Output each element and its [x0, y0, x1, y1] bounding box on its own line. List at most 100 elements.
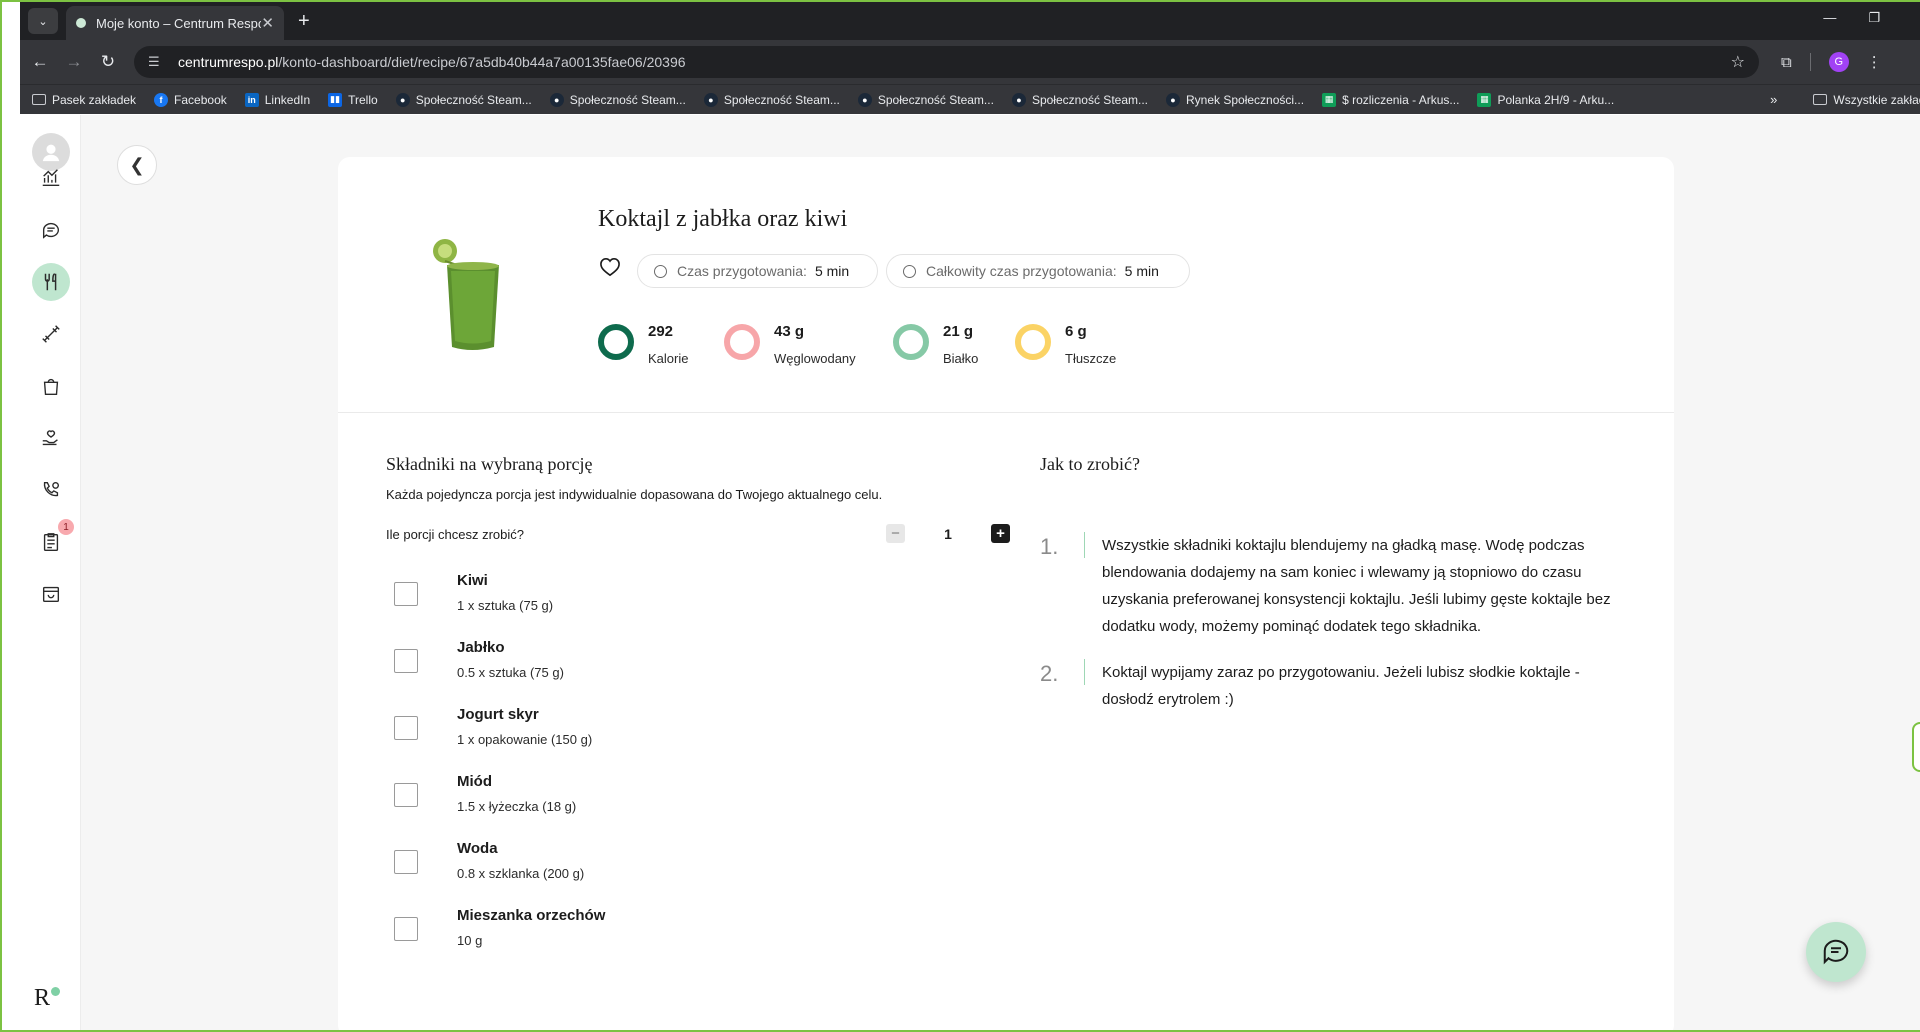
facebook-icon: f — [154, 92, 169, 107]
steam-icon: ● — [395, 92, 410, 107]
bookmark-item[interactable]: ● Rynek Społeczności... — [1166, 92, 1304, 107]
new-tab-button[interactable]: + — [298, 10, 310, 33]
all-bookmarks-item[interactable]: Wszystkie zakładki — [1813, 93, 1920, 107]
total-time-pill: Całkowity czas przygotowania: 5 min — [886, 254, 1190, 288]
macro-fat: 6 g Tłuszcze — [1015, 322, 1116, 366]
reload-icon[interactable]: ↻ — [94, 52, 122, 72]
sheets-icon: ▦ — [1477, 92, 1492, 107]
ingredient-checkbox[interactable] — [394, 850, 418, 874]
ring-icon — [724, 324, 760, 360]
hand-heart-icon — [42, 430, 58, 446]
bookmarks-bar: Pasek zakładek f Facebook in LinkedIn ▮▮ Tr… — [20, 84, 1920, 114]
tab-title: Moje konto – Centrum Respo — [96, 15, 262, 31]
sidebar-item-training[interactable] — [32, 315, 70, 353]
close-tab-icon[interactable]: ✕ — [261, 14, 274, 32]
sidebar-item-care[interactable] — [32, 419, 70, 457]
browser-menu-icon[interactable]: ⋮ — [1867, 53, 1882, 71]
sidebar-item-shop[interactable] — [32, 367, 70, 405]
browser-toolbar: ← → ↻ ☰ centrumrespo.pl/konto-dashboard/… — [20, 40, 1920, 84]
steam-icon: ● — [857, 92, 872, 107]
macro-carbs: 43 g Węglowodany — [724, 322, 856, 366]
howto-heading: Jak to zrobić? — [1040, 454, 1140, 474]
archive-box-icon — [42, 586, 60, 603]
linkedin-icon: in — [244, 92, 259, 107]
recipe-title: Koktajl z jabłka oraz kiwi — [598, 206, 848, 232]
shopping-bag-icon — [43, 378, 59, 395]
ring-icon — [893, 324, 929, 360]
bookmark-item[interactable]: ▦ $ rozliczenia - Arkus... — [1322, 92, 1459, 107]
sidebar-item-consultation[interactable] — [32, 471, 70, 509]
ingredients-subtitle: Każda pojedyncza porcja jest indywidualn… — [386, 487, 883, 502]
side-widget-tab[interactable] — [1912, 722, 1920, 772]
sidebar: 1 R — [20, 115, 81, 1030]
back-arrow-icon[interactable]: ← — [26, 52, 54, 72]
sidebar-item-orders[interactable] — [32, 575, 70, 613]
chat-button[interactable] — [1806, 922, 1866, 982]
prep-time-pill: Czas przygotowania: 5 min — [637, 254, 878, 288]
bookmark-item[interactable]: ▦ Polanka 2H/9 - Arku... — [1477, 92, 1614, 107]
ingredient-checkbox[interactable] — [394, 917, 418, 941]
phone-icon — [43, 481, 60, 497]
howto-step: 1. Wszystkie składniki koktajlu blenduje… — [1040, 532, 1611, 635]
bookmark-item[interactable]: Pasek zakładek — [32, 93, 136, 107]
ingredients-heading: Składniki na wybraną porcję — [386, 454, 593, 474]
favicon-icon — [76, 18, 86, 28]
notification-badge: 1 — [58, 519, 74, 535]
sidebar-item-tasks[interactable]: 1 — [32, 519, 74, 561]
favorite-heart-icon[interactable] — [599, 257, 621, 277]
portions-value: 1 — [944, 525, 952, 542]
chat-icon — [42, 222, 59, 239]
ingredient-checkbox[interactable] — [394, 783, 418, 807]
site-info-icon[interactable]: ☰ — [148, 54, 168, 70]
ingredient-checkbox[interactable] — [394, 649, 418, 673]
sidebar-item-progress[interactable] — [32, 159, 70, 197]
browser-tab-active[interactable]: Moje konto – Centrum Respo ✕ — [66, 6, 284, 40]
bookmark-item[interactable]: ▮▮ Trello — [328, 92, 378, 107]
ingredient-checkbox[interactable] — [394, 582, 418, 606]
increase-portion-button[interactable]: + — [991, 524, 1010, 543]
bookmark-item[interactable]: ● Społeczność Steam... — [857, 92, 994, 107]
bookmark-item[interactable]: ● Społeczność Steam... — [703, 92, 840, 107]
steam-icon: ● — [1011, 92, 1026, 107]
address-bar[interactable]: ☰ centrumrespo.pl/konto-dashboard/diet/r… — [134, 46, 1759, 78]
tab-search-button[interactable]: ⌄ — [28, 8, 58, 34]
ring-icon — [598, 324, 634, 360]
decrease-portion-button[interactable]: − — [886, 524, 905, 543]
macro-protein: 21 g Białko — [893, 322, 978, 366]
sidebar-item-diet[interactable] — [32, 263, 70, 301]
ring-icon — [1015, 324, 1051, 360]
clipboard-icon — [43, 533, 59, 551]
portions-stepper: − 1 + — [886, 524, 1010, 543]
extensions-icon[interactable]: ⧉ — [1781, 54, 1792, 71]
folder-icon — [32, 94, 46, 105]
steam-icon: ● — [703, 92, 718, 107]
profile-avatar[interactable]: G — [1828, 52, 1849, 72]
chat-bubble-icon — [1823, 939, 1849, 965]
bookmark-item[interactable]: in LinkedIn — [244, 92, 310, 107]
steam-icon: ● — [549, 92, 564, 107]
respo-logo[interactable]: R — [34, 985, 61, 1012]
bookmark-item[interactable]: ● Społeczność Steam... — [395, 92, 532, 107]
more-bookmarks-button[interactable]: » — [1770, 92, 1777, 107]
url-text[interactable]: centrumrespo.pl/konto-dashboard/diet/rec… — [178, 54, 1731, 70]
fork-knife-icon — [44, 273, 57, 291]
dumbbell-icon — [42, 325, 60, 343]
bookmark-item[interactable]: ● Społeczność Steam... — [549, 92, 686, 107]
minimize-icon[interactable]: — — [1823, 10, 1836, 26]
chevron-down-icon: ⌄ — [38, 15, 48, 28]
sidebar-item-messages[interactable] — [32, 211, 70, 249]
bookmark-item[interactable]: f Facebook — [154, 92, 227, 107]
portions-label: Ile porcji chcesz zrobić? — [386, 527, 524, 542]
bookmark-star-icon[interactable]: ☆ — [1731, 52, 1745, 72]
restore-icon[interactable]: ❐ — [1868, 10, 1880, 26]
trello-icon: ▮▮ — [328, 92, 343, 107]
stopwatch-icon — [903, 264, 916, 278]
forward-arrow-icon[interactable]: → — [60, 52, 88, 72]
folder-icon — [1813, 94, 1828, 105]
smoothie-image — [433, 239, 499, 350]
back-button[interactable]: ❮ — [117, 145, 157, 185]
clock-icon — [654, 264, 667, 278]
bookmark-item[interactable]: ● Społeczność Steam... — [1011, 92, 1148, 107]
steam-icon: ● — [1166, 92, 1180, 107]
ingredient-checkbox[interactable] — [394, 716, 418, 740]
